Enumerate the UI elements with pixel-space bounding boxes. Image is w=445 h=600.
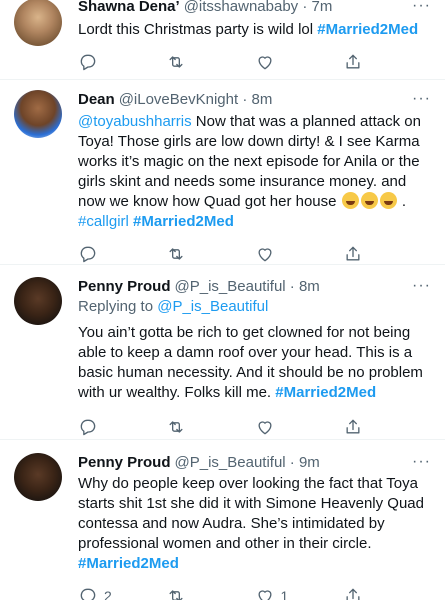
share-icon: [346, 588, 360, 600]
share-icon: [346, 419, 360, 434]
tweet-body: Penny Proud @P_is_Beautiful · 9m ··· Why…: [78, 453, 431, 600]
author-name[interactable]: Shawna Dena’: [78, 0, 180, 17]
tweet[interactable]: Penny Proud @P_is_Beautiful · 9m ··· Why…: [0, 440, 445, 600]
more-options-icon[interactable]: ···: [412, 0, 431, 15]
author-handle[interactable]: @itsshawnababy · 7m: [184, 0, 333, 17]
author-handle[interactable]: @iLoveBevKnight · 8m: [119, 90, 273, 110]
tweet-text-content: Lordt this Christmas party is wild lol: [78, 21, 318, 38]
retweet-button[interactable]: [166, 586, 254, 600]
tweet[interactable]: Shawna Dena’ @itsshawnababy · 7m ··· Lor…: [0, 0, 445, 80]
reply-button[interactable]: [78, 52, 166, 72]
avatar[interactable]: [14, 277, 62, 325]
tweet-actions: 2 1: [78, 578, 431, 600]
avatar[interactable]: [14, 453, 62, 501]
tweet[interactable]: Dean @iLoveBevKnight · 8m ··· @toyabushh…: [0, 80, 445, 265]
tweet-header: Shawna Dena’ @itsshawnababy · 7m: [78, 0, 431, 17]
like-button[interactable]: 1: [255, 586, 343, 600]
mention-link[interactable]: @toyabushharris: [78, 113, 192, 130]
author-name[interactable]: Penny Proud: [78, 277, 171, 297]
avatar[interactable]: [14, 90, 62, 138]
share-button[interactable]: [343, 52, 431, 72]
tweet-body: Penny Proud @P_is_Beautiful · 8m ··· Rep…: [78, 277, 431, 445]
hashtag-link[interactable]: #callgirl: [78, 213, 129, 230]
more-options-icon[interactable]: ···: [412, 90, 431, 108]
reply-icon: [80, 588, 96, 600]
like-icon: [258, 56, 271, 70]
author-name[interactable]: Dean: [78, 90, 115, 110]
retweet-button[interactable]: [166, 244, 254, 264]
tweet-header: Penny Proud @P_is_Beautiful · 9m: [78, 453, 431, 473]
reply-button[interactable]: 2: [78, 586, 166, 600]
tweet[interactable]: Penny Proud @P_is_Beautiful · 8m ··· Rep…: [0, 265, 445, 440]
replying-to-label: Replying to: [78, 298, 158, 315]
reply-icon: [80, 54, 96, 71]
reply-count: 2: [104, 588, 112, 600]
replying-to: Replying to @P_is_Beautiful: [78, 297, 431, 317]
tweet-body: Shawna Dena’ @itsshawnababy · 7m ··· Lor…: [78, 0, 431, 80]
author-handle[interactable]: @P_is_Beautiful · 8m: [175, 277, 320, 297]
rofl-emoji-icon: [360, 192, 378, 209]
retweet-icon: [169, 56, 183, 68]
reply-button[interactable]: [78, 417, 166, 437]
reply-icon: [80, 419, 96, 436]
rofl-emoji-icon: [379, 192, 397, 209]
share-button[interactable]: [343, 244, 431, 264]
reply-icon: [80, 246, 96, 263]
tweet-text-suffix: .: [397, 193, 407, 210]
tweet-header: Penny Proud @P_is_Beautiful · 8m: [78, 277, 431, 297]
tweet-actions: [78, 44, 431, 80]
replying-to-link[interactable]: @P_is_Beautiful: [157, 298, 268, 315]
rofl-emoji-icon: [341, 192, 359, 209]
share-button[interactable]: [343, 586, 431, 600]
like-count: 1: [280, 588, 289, 600]
tweet-text: Lordt this Christmas party is wild lol #…: [78, 20, 431, 40]
author-name[interactable]: Penny Proud: [78, 453, 171, 473]
retweet-icon: [169, 590, 183, 600]
like-button[interactable]: [255, 244, 343, 264]
tweet-body: Dean @iLoveBevKnight · 8m ··· @toyabushh…: [78, 90, 431, 272]
retweet-button[interactable]: [166, 417, 254, 437]
avatar[interactable]: [14, 0, 62, 46]
share-button[interactable]: [343, 417, 431, 437]
tweet-header: Dean @iLoveBevKnight · 8m: [78, 90, 431, 110]
retweet-icon: [169, 421, 183, 433]
author-handle[interactable]: @P_is_Beautiful · 9m: [175, 453, 320, 473]
hashtag-link[interactable]: #Married2Med: [133, 213, 234, 230]
like-button[interactable]: [255, 417, 343, 437]
like-icon: [258, 590, 271, 600]
reply-button[interactable]: [78, 244, 166, 264]
hashtag-link[interactable]: #Married2Med: [275, 384, 376, 401]
like-button[interactable]: [255, 52, 343, 72]
hashtag-link[interactable]: #Married2Med: [78, 555, 179, 572]
tweet-text: Why do people keep over looking the fact…: [78, 474, 431, 574]
tweet-text: You ain’t gotta be rich to get clowned f…: [78, 323, 431, 403]
hashtag-link[interactable]: #Married2Med: [317, 21, 418, 38]
share-icon: [346, 246, 360, 261]
tweet-feed: Shawna Dena’ @itsshawnababy · 7m ··· Lor…: [0, 0, 445, 600]
like-icon: [258, 248, 271, 262]
more-options-icon[interactable]: ···: [412, 277, 431, 295]
share-icon: [346, 54, 360, 69]
retweet-icon: [169, 248, 183, 260]
like-icon: [258, 421, 271, 435]
tweet-text: @toyabushharris Now that was a planned a…: [78, 112, 431, 232]
retweet-button[interactable]: [166, 52, 254, 72]
more-options-icon[interactable]: ···: [412, 453, 431, 471]
tweet-text-content: Why do people keep over looking the fact…: [78, 475, 424, 552]
